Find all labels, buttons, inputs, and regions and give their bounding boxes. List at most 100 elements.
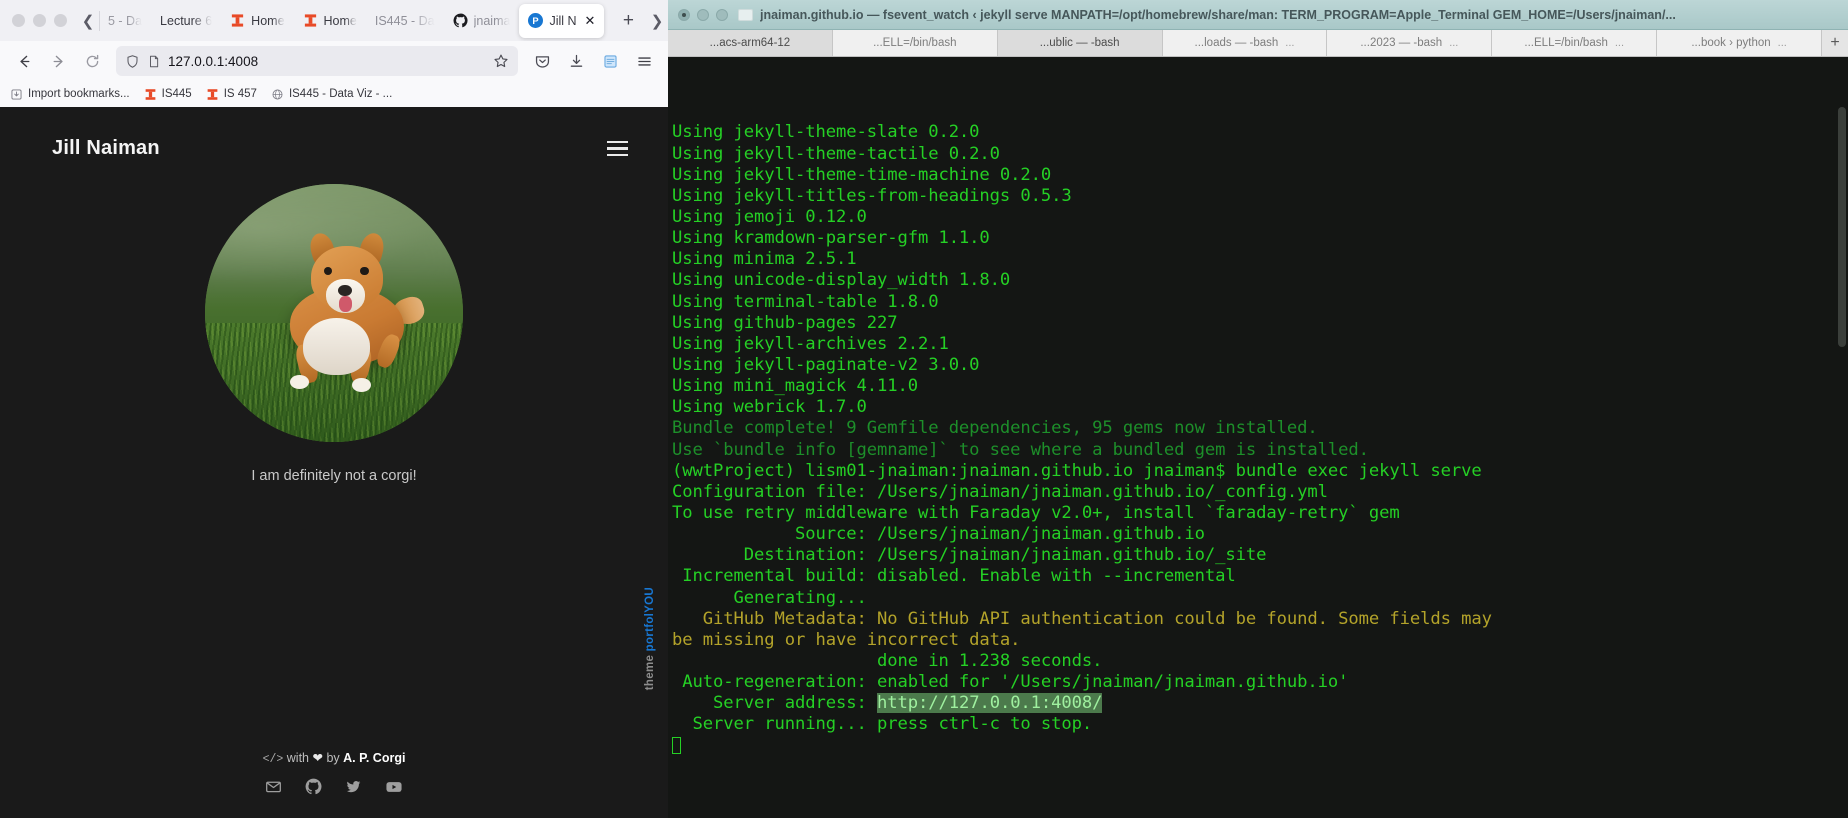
- email-icon[interactable]: [265, 778, 282, 796]
- theme-attribution[interactable]: theme portfolYOU: [644, 587, 656, 690]
- terminal-line-text: Source: /Users/jnaiman/jnaiman.github.io: [672, 524, 1205, 545]
- bookmark-label: Import bookmarks...: [28, 88, 130, 100]
- bookmark-import[interactable]: Import bookmarks...: [10, 88, 130, 101]
- app-menu-button[interactable]: [628, 46, 660, 76]
- downloads-button[interactable]: [560, 46, 592, 76]
- terminal-line: Bundle complete! 9 Gemfile dependencies,…: [672, 418, 1848, 439]
- terminal-line: Server address: http://127.0.0.1:4008/: [672, 693, 1848, 714]
- terminal-line: Using jekyll-theme-tactile 0.2.0: [672, 144, 1848, 165]
- credit-author[interactable]: A. P. Corgi: [343, 751, 405, 765]
- terminal-line: Using jekyll-paginate-v2 3.0.0: [672, 355, 1848, 376]
- star-icon[interactable]: [493, 53, 509, 69]
- terminal-output[interactable]: Using jekyll-theme-slate 0.2.0 Using jeky…: [668, 57, 1848, 818]
- corgi-eye: [359, 266, 369, 276]
- bookmark-is445-dataviz[interactable]: IS445 - Data Viz - ...: [271, 88, 392, 101]
- avatar: [205, 184, 463, 442]
- terminal-tab-bar: ...acs-arm64-12 ...ELL=/bin/bash ...ubli…: [668, 30, 1848, 57]
- terminal-line: Using github-pages 227: [672, 313, 1848, 334]
- maximize-window-button[interactable]: [716, 8, 728, 21]
- terminal-line: Using jekyll-archives 2.2.1: [672, 334, 1848, 355]
- block-cursor: [672, 736, 681, 754]
- bookmark-is445[interactable]: IS445: [144, 88, 192, 101]
- window-traffic-lights[interactable]: [8, 14, 77, 27]
- twitter-icon[interactable]: [345, 778, 362, 796]
- avatar-caption: I am definitely not a corgi!: [251, 468, 417, 484]
- import-icon: [11, 88, 22, 100]
- terminal-window: jnaiman.github.io — fsevent_watch ‹ jeky…: [668, 0, 1848, 818]
- terminal-line: GitHub Metadata: No GitHub API authentic…: [672, 609, 1848, 630]
- new-tab-button[interactable]: +: [611, 10, 646, 32]
- corgi-paw: [352, 377, 372, 392]
- address-bar[interactable]: 127.0.0.1:4008: [116, 46, 518, 76]
- corgi-chest: [303, 318, 371, 375]
- terminal-tab-4[interactable]: ...2023 — -bash ...: [1327, 30, 1493, 56]
- terminal-line: Source: /Users/jnaiman/jnaiman.github.io: [672, 524, 1848, 545]
- terminal-line: (wwtProject) lism01-jnaiman:jnaiman.gith…: [672, 461, 1848, 482]
- url-text[interactable]: 127.0.0.1:4008: [168, 54, 486, 69]
- terminal-tab-6[interactable]: ...book › python ...: [1657, 30, 1823, 56]
- scrollbar-thumb[interactable]: [1838, 107, 1846, 347]
- minimize-window-button[interactable]: [697, 8, 709, 21]
- terminal-line: Using kramdown-parser-gfm 1.1.0: [672, 228, 1848, 249]
- new-terminal-tab-button[interactable]: +: [1822, 30, 1848, 56]
- minimize-window-button[interactable]: [33, 14, 46, 27]
- terminal-tab-0[interactable]: ...acs-arm64-12: [668, 30, 833, 56]
- download-icon: [570, 54, 582, 67]
- terminal-line-text: done in 1.238 seconds.: [672, 650, 1103, 671]
- close-window-button[interactable]: [12, 14, 25, 27]
- maximize-window-button[interactable]: [54, 14, 67, 27]
- site-menu-button[interactable]: [607, 140, 628, 157]
- browser-tab-strip: ❮ 5 - Da Lecture 6 Home Home IS445 - Da …: [0, 0, 668, 41]
- credit-with: with: [286, 751, 309, 765]
- bookmark-label: IS 457: [223, 88, 257, 100]
- terminal-line: Using minima 2.5.1: [672, 249, 1848, 270]
- page-icon[interactable]: [147, 54, 161, 69]
- terminal-line: Configuration file: /Users/jnaiman/jnaim…: [672, 482, 1848, 503]
- youtube-icon[interactable]: [385, 778, 403, 796]
- bookmark-is457[interactable]: IS 457: [206, 88, 257, 101]
- terminal-line-text: Generating...: [672, 587, 877, 608]
- reload-button[interactable]: [76, 46, 108, 76]
- pocket-button[interactable]: [526, 46, 558, 76]
- globe-icon: [272, 89, 283, 99]
- terminal-tab-2[interactable]: ...ublic — -bash: [997, 30, 1163, 56]
- terminal-line-text: Using jekyll-theme-slate 0.2.0: [672, 122, 980, 143]
- chevron-left-icon[interactable]: ❮: [77, 6, 99, 36]
- browser-tab-1[interactable]: Lecture 6: [151, 4, 221, 38]
- close-tab-button[interactable]: ✕: [585, 14, 596, 27]
- browser-tab-5[interactable]: jnaima: [444, 4, 520, 38]
- svg-text:P: P: [533, 16, 539, 26]
- terminal-tab-overflow: ...: [1614, 37, 1625, 49]
- github-icon[interactable]: [305, 778, 322, 796]
- shield-icon[interactable]: [125, 54, 140, 69]
- terminal-tab-label: ...ELL=/bin/bash: [873, 37, 957, 49]
- hamburger-menu-icon: [607, 147, 628, 150]
- terminal-tab-label: ...book › python: [1691, 37, 1771, 49]
- browser-tab-0[interactable]: 5 - Da: [99, 4, 151, 38]
- terminal-tab-label: ...acs-arm64-12: [709, 37, 791, 49]
- forward-button[interactable]: [42, 46, 74, 76]
- browser-tab-4[interactable]: IS445 - Da: [366, 4, 444, 38]
- theme-label: theme: [644, 651, 656, 691]
- terminal-line: Using jekyll-theme-slate 0.2.0: [672, 122, 1848, 143]
- server-address-link[interactable]: http://127.0.0.1:4008/: [876, 693, 1103, 714]
- heart-icon: ❤: [312, 751, 323, 765]
- browser-tab-3[interactable]: Home: [294, 4, 366, 38]
- terminal-line: Use `bundle info [gemname]` to see where…: [672, 440, 1848, 461]
- terminal-title-bar: jnaiman.github.io — fsevent_watch ‹ jeky…: [668, 0, 1848, 30]
- reader-view-button[interactable]: [594, 46, 626, 76]
- terminal-tab-1[interactable]: ...ELL=/bin/bash: [832, 30, 998, 56]
- browser-tab-6-active[interactable]: P Jill N ✕: [519, 3, 605, 38]
- terminal-line: be missing or have incorrect data.: [672, 630, 1848, 651]
- terminal-tab-5[interactable]: ...ELL=/bin/bash ...: [1492, 30, 1658, 56]
- terminal-tab-label: ...2023 — -bash: [1360, 37, 1443, 49]
- browser-tab-2[interactable]: Home: [221, 4, 293, 38]
- chevron-right-icon[interactable]: ❯: [646, 6, 668, 36]
- arrow-left-icon: [19, 55, 29, 67]
- terminal-scrollbar[interactable]: [1838, 57, 1846, 818]
- close-window-button[interactable]: [678, 8, 690, 21]
- back-button[interactable]: [8, 46, 40, 76]
- hamburger-menu-icon: [637, 56, 651, 66]
- terminal-tab-3[interactable]: ...loads — -bash ...: [1162, 30, 1328, 56]
- terminal-line: To use retry middleware with Faraday v2.…: [672, 503, 1848, 524]
